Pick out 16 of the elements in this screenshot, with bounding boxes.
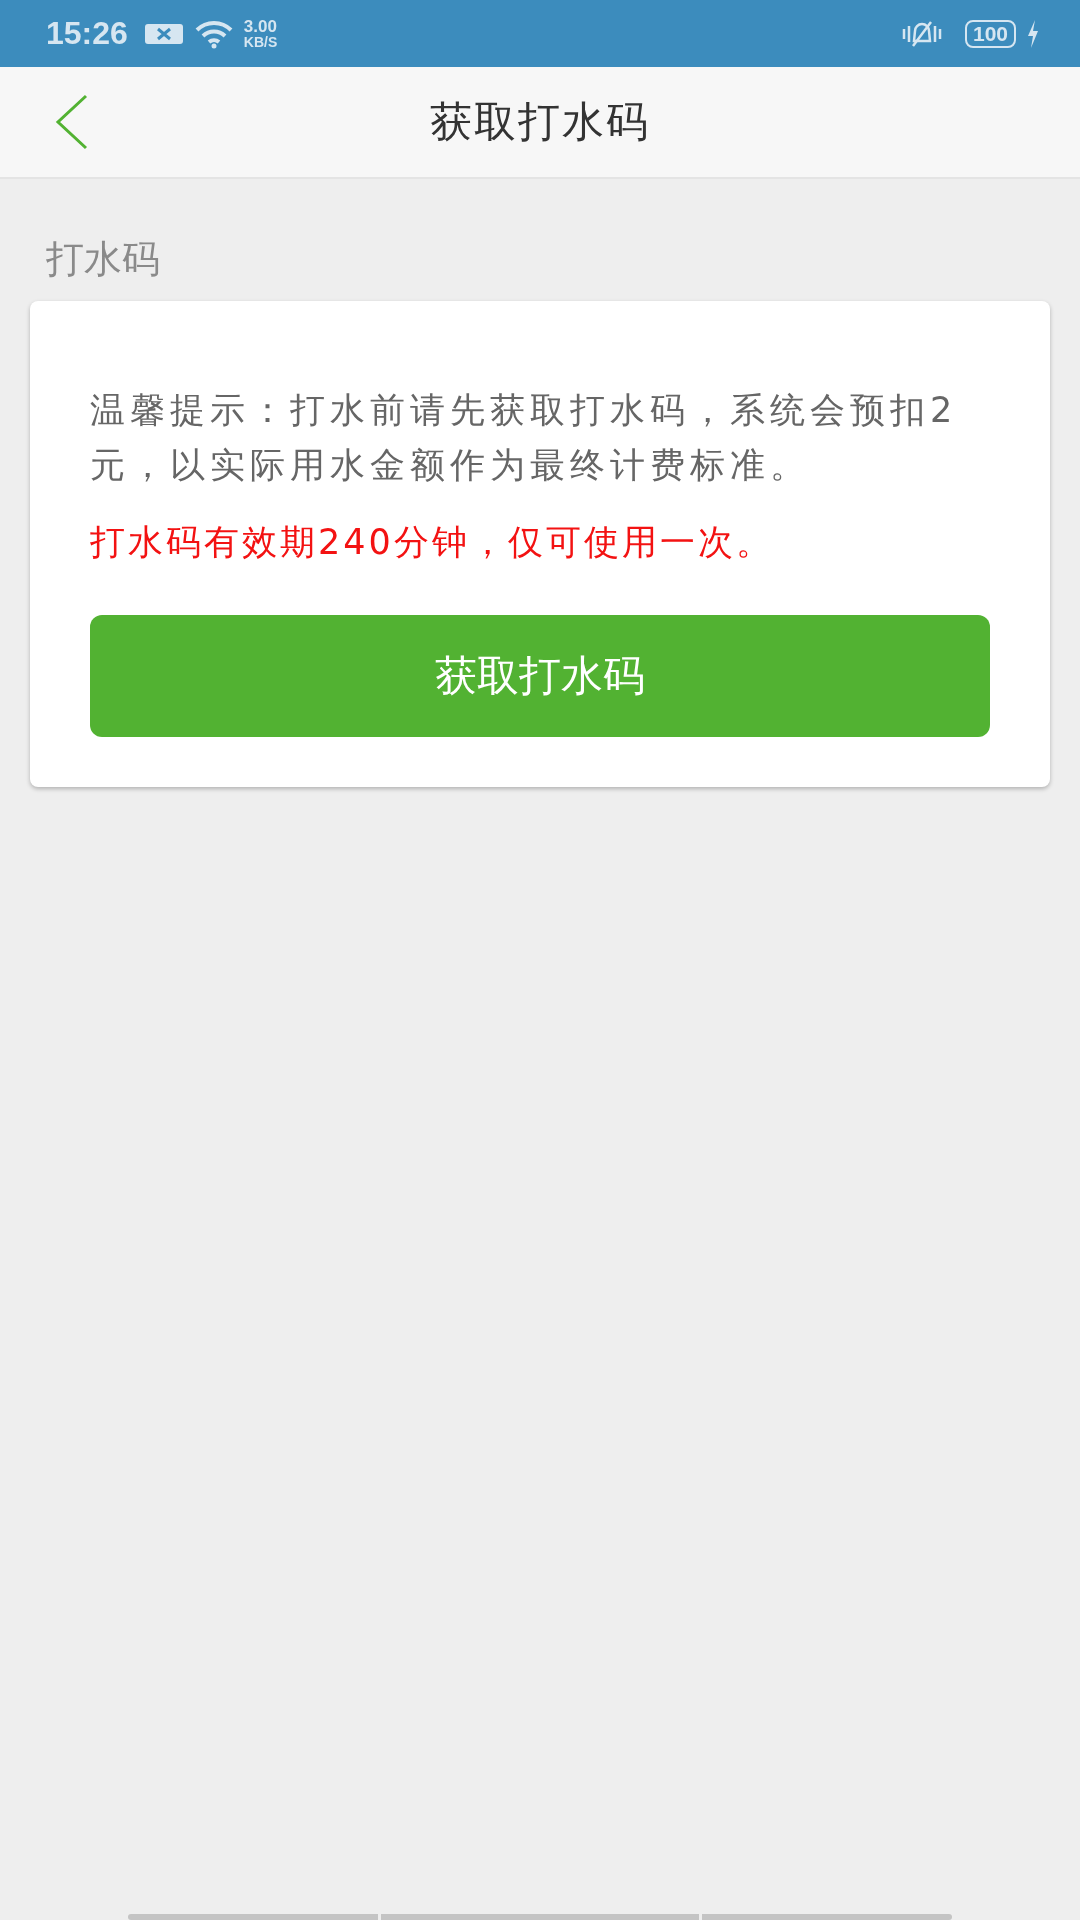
back-icon: [54, 94, 90, 150]
status-time: 15:26: [46, 15, 128, 52]
gesture-bar[interactable]: [128, 1914, 378, 1920]
gesture-bar[interactable]: [702, 1914, 952, 1920]
gesture-bar[interactable]: [381, 1914, 699, 1920]
battery-level: 100: [964, 19, 1016, 48]
charging-icon: [1026, 18, 1040, 49]
section-label: 打水码: [46, 236, 161, 283]
wifi-icon: [193, 18, 234, 49]
back-button[interactable]: [54, 94, 90, 150]
network-speed-value: 3.00: [243, 18, 278, 35]
get-code-button[interactable]: 获取打水码: [90, 615, 990, 737]
warning-text: 打水码有效期240分钟，仅可使用一次。: [90, 521, 775, 564]
network-speed-unit: KB/S: [243, 35, 278, 49]
tip-text: 温馨提示：打水前请先获取打水码，系统会预扣2元，以实际用水金额作为最终计费标准。: [90, 389, 959, 487]
page-title: 获取打水码: [429, 96, 651, 148]
